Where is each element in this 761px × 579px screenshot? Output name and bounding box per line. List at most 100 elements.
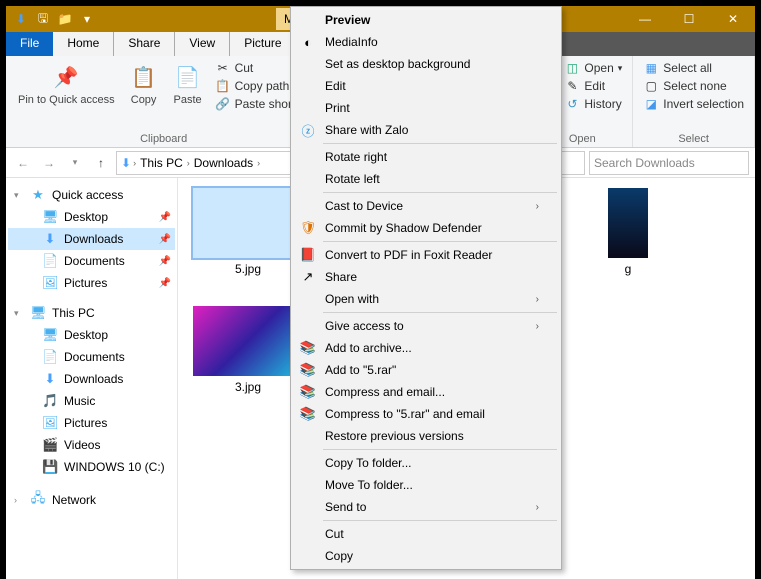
- sidebar-item-pc-drive[interactable]: 💾WINDOWS 10 (C:): [8, 456, 175, 478]
- pin-icon: 📌: [51, 62, 81, 92]
- search-input[interactable]: Search Downloads: [589, 151, 749, 175]
- ctx-send-to[interactable]: Send to›: [293, 496, 559, 518]
- download-icon: ⬇: [121, 156, 131, 170]
- invert-selection-button[interactable]: ◪Invert selection: [641, 96, 746, 112]
- document-icon: 📄: [42, 253, 58, 269]
- file-item-partial[interactable]: g: [568, 188, 688, 276]
- download-icon: ⬇: [42, 231, 58, 247]
- ctx-mediainfo[interactable]: ◐MediaInfo: [293, 31, 559, 53]
- ctx-add-archive[interactable]: 📚Add to archive...: [293, 337, 559, 359]
- ctx-copy-to[interactable]: Copy To folder...: [293, 452, 559, 474]
- copy-button[interactable]: 📋 Copy: [125, 60, 163, 108]
- tab-view[interactable]: View: [175, 32, 230, 56]
- ctx-print[interactable]: Print: [293, 97, 559, 119]
- nav-recent-button[interactable]: ▾: [64, 152, 86, 174]
- context-menu: Preview ◐MediaInfo Set as desktop backgr…: [290, 6, 562, 570]
- ctx-compress-email[interactable]: 📚Compress and email...: [293, 381, 559, 403]
- ctx-move-to[interactable]: Move To folder...: [293, 474, 559, 496]
- sidebar-item-downloads[interactable]: ⬇Downloads📌: [8, 228, 175, 250]
- music-icon: 🎵: [42, 393, 58, 409]
- save-icon[interactable]: 🖫: [34, 10, 52, 28]
- share-icon: ↗: [299, 269, 317, 285]
- select-all-button[interactable]: ▦Select all: [641, 60, 746, 76]
- picture-icon: 🖼: [42, 275, 58, 291]
- tab-home[interactable]: Home: [53, 32, 114, 56]
- sidebar-item-pc-pictures[interactable]: 🖼Pictures: [8, 412, 175, 434]
- sidebar-item-pc-videos[interactable]: 🎬Videos: [8, 434, 175, 456]
- sidebar-item-documents[interactable]: 📄Documents📌: [8, 250, 175, 272]
- file-menu[interactable]: File: [6, 32, 53, 56]
- pin-icon: 📌: [159, 256, 171, 267]
- sidebar-item-pc-music[interactable]: 🎵Music: [8, 390, 175, 412]
- ctx-foxit[interactable]: 📕Convert to PDF in Foxit Reader: [293, 244, 559, 266]
- ctx-shadow-defender[interactable]: 🛡Commit by Shadow Defender: [293, 217, 559, 239]
- folder-icon: 📁: [56, 10, 74, 28]
- pin-quick-access-button[interactable]: 📌 Pin to Quick access: [14, 60, 119, 108]
- nav-up-button[interactable]: ↑: [90, 152, 112, 174]
- shield-icon: 🛡: [299, 220, 317, 236]
- network-icon: 🖧: [30, 489, 46, 511]
- sidebar-item-pc-documents[interactable]: 📄Documents: [8, 346, 175, 368]
- path-icon: 📋: [215, 79, 231, 93]
- pc-icon: 🖥: [30, 305, 46, 321]
- sidebar-item-pc-downloads[interactable]: ⬇Downloads: [8, 368, 175, 390]
- ctx-share[interactable]: ↗Share: [293, 266, 559, 288]
- chevron-right-icon: ›: [536, 294, 539, 305]
- sidebar-item-desktop[interactable]: 🖥Desktop📌: [8, 206, 175, 228]
- close-button[interactable]: ✕: [711, 6, 755, 32]
- picture-icon: 🖼: [42, 415, 58, 431]
- ctx-give-access[interactable]: Give access to›: [293, 315, 559, 337]
- selectnone-icon: ▢: [643, 79, 659, 93]
- file-name: 5.jpg: [235, 262, 261, 276]
- ctx-edit[interactable]: Edit: [293, 75, 559, 97]
- ctx-cast[interactable]: Cast to Device›: [293, 195, 559, 217]
- maximize-button[interactable]: ☐: [667, 6, 711, 32]
- star-icon: ★: [30, 187, 46, 203]
- ctx-cut[interactable]: Cut: [293, 523, 559, 545]
- chevron-right-icon: ›: [536, 201, 539, 212]
- tab-share[interactable]: Share: [114, 32, 175, 56]
- nav-forward-button[interactable]: →: [38, 152, 60, 174]
- sidebar-item-thispc[interactable]: ▾🖥This PC: [8, 302, 175, 324]
- ctx-copy[interactable]: Copy: [293, 545, 559, 567]
- paste-button[interactable]: 📄 Paste: [169, 60, 207, 108]
- sidebar-item-pictures[interactable]: 🖼Pictures📌: [8, 272, 175, 294]
- winrar-icon: 📚: [299, 406, 317, 422]
- tab-picture[interactable]: Picture: [230, 32, 295, 56]
- ctx-add-5rar[interactable]: 📚Add to "5.rar": [293, 359, 559, 381]
- pin-icon: 📌: [159, 212, 171, 223]
- clipboard-group-label: Clipboard: [14, 131, 313, 145]
- download-icon: ⬇: [42, 371, 58, 387]
- selectall-icon: ▦: [643, 61, 659, 75]
- sidebar-item-quickaccess[interactable]: ▾★Quick access: [8, 184, 175, 206]
- mediainfo-icon: ◐: [299, 35, 317, 50]
- ctx-zalo[interactable]: ⓩShare with Zalo: [293, 119, 559, 141]
- zalo-icon: ⓩ: [299, 121, 317, 140]
- edit-icon: ✎: [564, 79, 580, 93]
- ctx-rotate-right[interactable]: Rotate right: [293, 146, 559, 168]
- select-none-button[interactable]: ▢Select none: [641, 78, 746, 94]
- open-dropdown-button[interactable]: ◫Open ▾: [562, 60, 624, 76]
- ctx-compress-5rar[interactable]: 📚Compress to "5.rar" and email: [293, 403, 559, 425]
- desktop-icon: 🖥: [42, 327, 58, 343]
- breadcrumb-thispc[interactable]: This PC: [138, 156, 185, 170]
- thumbnail: [193, 188, 303, 258]
- ctx-restore-versions[interactable]: Restore previous versions: [293, 425, 559, 447]
- file-name: 3.jpg: [235, 380, 261, 394]
- foxit-icon: 📕: [299, 247, 317, 263]
- ctx-rotate-left[interactable]: Rotate left: [293, 168, 559, 190]
- ctx-open-with[interactable]: Open with›: [293, 288, 559, 310]
- sidebar: ▾★Quick access 🖥Desktop📌 ⬇Downloads📌 📄Do…: [6, 178, 178, 579]
- ctx-set-desktop-background[interactable]: Set as desktop background: [293, 53, 559, 75]
- document-icon: 📄: [42, 349, 58, 365]
- history-button[interactable]: ↺History: [562, 96, 624, 112]
- nav-back-button[interactable]: ←: [12, 152, 34, 174]
- ctx-preview[interactable]: Preview: [293, 9, 559, 31]
- file-name: g: [625, 262, 632, 276]
- edit-button[interactable]: ✎Edit: [562, 78, 624, 94]
- breadcrumb-downloads[interactable]: Downloads: [192, 156, 255, 170]
- sidebar-item-network[interactable]: ›🖧Network: [8, 486, 175, 514]
- sidebar-item-pc-desktop[interactable]: 🖥Desktop: [8, 324, 175, 346]
- minimize-button[interactable]: —: [623, 6, 667, 32]
- qa-divider: ▾: [78, 10, 96, 28]
